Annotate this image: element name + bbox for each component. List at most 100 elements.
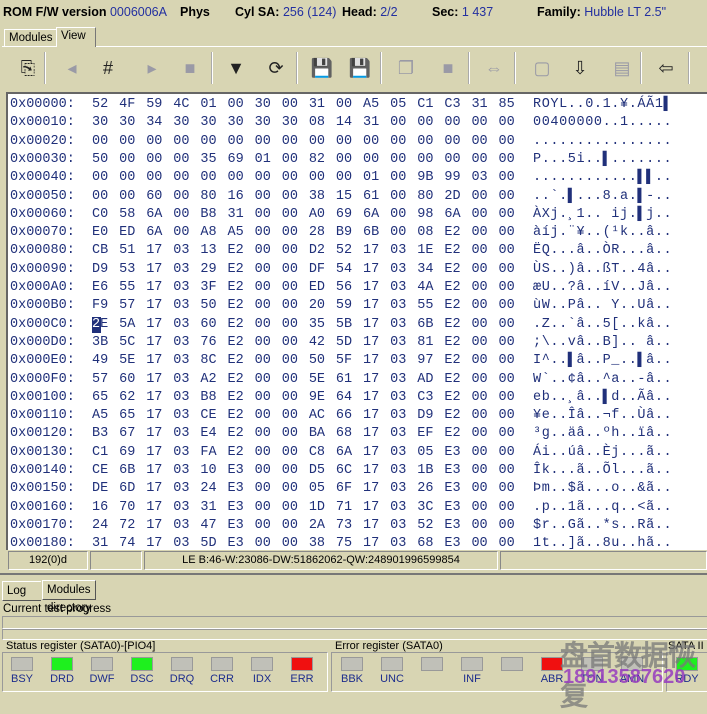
hex-row[interactable]: 0x000D0: 3B 5C 17 03 76 E2 00 00 42 5D 17… bbox=[10, 334, 705, 352]
row-hex-bytes[interactable]: C1 69 17 03 FA E2 00 00 C8 6A 17 03 05 E… bbox=[92, 444, 515, 462]
splitter[interactable] bbox=[0, 573, 707, 575]
hex-row[interactable]: 0x00050: 00 00 60 00 80 16 00 00 38 15 61… bbox=[10, 188, 705, 206]
row-address: 0x000D0: bbox=[10, 334, 75, 350]
hex-row[interactable]: 0x00100: 65 62 17 03 B8 E2 00 00 9E 64 17… bbox=[10, 389, 705, 407]
tab-view[interactable]: View bbox=[56, 27, 96, 47]
hex-row[interactable]: 0x00020: 00 00 00 00 00 00 00 00 00 00 00… bbox=[10, 133, 705, 151]
row-ascii[interactable]: 00400000..1..... bbox=[533, 114, 672, 132]
hex-row[interactable]: 0x00160: 16 70 17 03 31 E3 00 00 1D 71 17… bbox=[10, 499, 705, 517]
hex-row[interactable]: 0x00070: E0 ED 6A 00 A8 A5 00 00 28 B9 6B… bbox=[10, 224, 705, 242]
hex-row[interactable]: 0x00180: 31 74 17 03 5D E3 00 00 38 75 17… bbox=[10, 535, 705, 550]
row-hex-bytes[interactable]: 16 70 17 03 31 E3 00 00 1D 71 17 03 3C E… bbox=[92, 499, 515, 517]
row-ascii[interactable]: Îk...ã..Õl...ã.. bbox=[533, 462, 672, 480]
row-hex-bytes[interactable]: 3B 5C 17 03 76 E2 00 00 42 5D 17 03 81 E… bbox=[92, 334, 515, 352]
tab-modules[interactable]: Modules bbox=[4, 29, 58, 47]
row-ascii[interactable]: ùW..Pâ.. Y..Uâ.. bbox=[533, 297, 672, 315]
row-ascii[interactable]: .Z..`â..5[..kâ.. bbox=[533, 316, 672, 334]
hex-row[interactable]: 0x00040: 00 00 00 00 00 00 00 00 00 00 01… bbox=[10, 169, 705, 187]
row-ascii[interactable]: W`..¢â..^a..-â.. bbox=[533, 371, 672, 389]
checksum-button[interactable]: ▤ bbox=[608, 54, 636, 82]
hex-row[interactable]: 0x000E0: 49 5E 17 03 8C E2 00 00 50 5F 17… bbox=[10, 352, 705, 370]
hex-row[interactable]: 0x000B0: F9 57 17 03 50 E2 00 00 20 59 17… bbox=[10, 297, 705, 315]
row-ascii[interactable]: 1t..]ã..8u..hã.. bbox=[533, 535, 672, 550]
row-ascii[interactable]: $r..Gã..*s..Rã.. bbox=[533, 517, 672, 535]
row-hex-bytes[interactable]: CE 6B 17 03 10 E3 00 00 D5 6C 17 03 1B E… bbox=[92, 462, 515, 480]
row-ascii[interactable]: ³g..äâ..ºh..ïâ.. bbox=[533, 425, 672, 443]
hex-row[interactable]: 0x00150: DE 6D 17 03 24 E3 00 00 05 6F 17… bbox=[10, 480, 705, 498]
row-hex-bytes[interactable]: C0 58 6A 00 B8 31 00 00 A0 69 6A 00 98 6… bbox=[92, 206, 515, 224]
hex-row[interactable]: 0x00080: CB 51 17 03 13 E2 00 00 D2 52 17… bbox=[10, 242, 705, 260]
hex-row[interactable]: 0x000F0: 57 60 17 03 A2 E2 00 00 5E 61 17… bbox=[10, 371, 705, 389]
tab-modules-directory[interactable]: Modules directory bbox=[42, 580, 97, 614]
row-ascii[interactable]: ;\..vâ..B].. â.. bbox=[533, 334, 672, 352]
hex-view[interactable]: 0x00000: 52 4F 59 4C 01 00 30 00 31 00 A5… bbox=[6, 92, 707, 550]
save-to-file-button[interactable]: 💾 bbox=[308, 54, 336, 82]
row-hex-bytes[interactable]: E6 55 17 03 3F E2 00 00 ED 56 17 03 4A E… bbox=[92, 279, 515, 297]
row-ascii[interactable]: .p..1ã...q..<ã.. bbox=[533, 499, 672, 517]
load-from-file-icon: 💾 bbox=[348, 57, 372, 78]
hex-row[interactable]: 0x00010: 30 30 34 30 30 30 30 30 08 14 31… bbox=[10, 114, 705, 132]
row-ascii[interactable]: Ái..úâ..Èj...ã.. bbox=[533, 444, 672, 462]
row-hex-bytes[interactable]: 24 72 17 03 47 E3 00 00 2A 73 17 03 52 E… bbox=[92, 517, 515, 535]
prev-button[interactable]: ◂ bbox=[58, 54, 86, 82]
row-hex-bytes[interactable]: B3 67 17 03 E4 E2 00 00 BA 68 17 03 EF E… bbox=[92, 425, 515, 443]
hex-row[interactable]: 0x00170: 24 72 17 03 47 E3 00 00 2A 73 17… bbox=[10, 517, 705, 535]
new-page-button[interactable]: ▢ bbox=[528, 54, 556, 82]
row-hex-bytes[interactable]: DE 6D 17 03 24 E3 00 00 05 6F 17 03 26 E… bbox=[92, 480, 515, 498]
paste-button[interactable]: ■ bbox=[434, 54, 462, 82]
row-hex-bytes[interactable]: 2E 5A 17 03 60 E2 00 00 35 5B 17 03 6B E… bbox=[92, 316, 515, 334]
goto-marker-button[interactable]: ▼ bbox=[222, 54, 250, 82]
row-hex-bytes[interactable]: 00 00 00 00 00 00 00 00 00 00 01 00 9B 9… bbox=[92, 169, 515, 187]
row-hex-bytes[interactable]: A5 65 17 03 CE E2 00 00 AC 66 17 03 D9 E… bbox=[92, 407, 515, 425]
copy-button[interactable]: ❐ bbox=[392, 54, 420, 82]
export-button[interactable]: ⇩ bbox=[566, 54, 594, 82]
hex-row[interactable]: 0x00130: C1 69 17 03 FA E2 00 00 C8 6A 17… bbox=[10, 444, 705, 462]
import-icon: ⇦ bbox=[658, 57, 674, 78]
row-ascii[interactable]: ............▌▌.. bbox=[533, 169, 672, 187]
row-hex-bytes[interactable]: 49 5E 17 03 8C E2 00 00 50 5F 17 03 97 E… bbox=[92, 352, 515, 370]
row-hex-bytes[interactable]: 30 30 34 30 30 30 30 30 08 14 31 00 00 0… bbox=[92, 114, 515, 132]
hex-row[interactable]: 0x00060: C0 58 6A 00 B8 31 00 00 A0 69 6A… bbox=[10, 206, 705, 224]
hex-row[interactable]: 0x000A0: E6 55 17 03 3F E2 00 00 ED 56 17… bbox=[10, 279, 705, 297]
row-ascii[interactable]: ÀXj.¸1.. ij.▌j.. bbox=[533, 206, 672, 224]
hex-row[interactable]: 0x000C0: 2E 5A 17 03 60 E2 00 00 35 5B 17… bbox=[10, 316, 705, 334]
row-ascii[interactable]: ................ bbox=[533, 133, 672, 151]
hex-row[interactable]: 0x00140: CE 6B 17 03 10 E3 00 00 D5 6C 17… bbox=[10, 462, 705, 480]
row-hex-bytes[interactable]: 65 62 17 03 B8 E2 00 00 9E 64 17 03 C3 E… bbox=[92, 389, 515, 407]
next-button[interactable]: ▸ bbox=[138, 54, 166, 82]
hex-row[interactable]: 0x00000: 52 4F 59 4C 01 00 30 00 31 00 A5… bbox=[10, 96, 705, 114]
row-hex-bytes[interactable]: CB 51 17 03 13 E2 00 00 D2 52 17 03 1E E… bbox=[92, 242, 515, 260]
row-hex-bytes[interactable]: 57 60 17 03 A2 E2 00 00 5E 61 17 03 AD E… bbox=[92, 371, 515, 389]
row-ascii[interactable]: ¥e..Îâ..¬f..Ùâ.. bbox=[533, 407, 672, 425]
tab-log[interactable]: Log bbox=[2, 581, 41, 601]
row-hex-bytes[interactable]: 52 4F 59 4C 01 00 30 00 31 00 A5 05 C1 C… bbox=[92, 96, 515, 114]
row-hex-bytes[interactable]: 00 00 60 00 80 16 00 00 38 15 61 00 80 2… bbox=[92, 188, 515, 206]
row-hex-bytes[interactable]: D9 53 17 03 29 E2 00 00 DF 54 17 03 34 E… bbox=[92, 261, 515, 279]
hex-row[interactable]: 0x00090: D9 53 17 03 29 E2 00 00 DF 54 17… bbox=[10, 261, 705, 279]
row-hex-bytes[interactable]: F9 57 17 03 50 E2 00 00 20 59 17 03 55 E… bbox=[92, 297, 515, 315]
hex-row[interactable]: 0x00120: B3 67 17 03 E4 E2 00 00 BA 68 17… bbox=[10, 425, 705, 443]
row-ascii[interactable]: eb..¸â..▌d..Ãâ.. bbox=[533, 389, 672, 407]
row-ascii[interactable]: ROYL..0.1.¥.ÁÃ1▌ bbox=[533, 96, 672, 114]
row-hex-bytes[interactable]: 31 74 17 03 5D E3 00 00 38 75 17 03 68 E… bbox=[92, 535, 515, 550]
row-hex-bytes[interactable]: E0 ED 6A 00 A8 A5 00 00 28 B9 6B 00 08 E… bbox=[92, 224, 515, 242]
row-ascii[interactable]: P...5i..▌....... bbox=[533, 151, 672, 169]
row-ascii[interactable]: Þm..$ã...o..&ã.. bbox=[533, 480, 672, 498]
row-ascii[interactable]: ËQ...â..ÒR...â.. bbox=[533, 242, 672, 260]
refresh-button[interactable]: ⟳ bbox=[262, 54, 290, 82]
row-ascii[interactable]: æU..?â..íV..Jâ.. bbox=[533, 279, 672, 297]
open-module-button[interactable]: ⎘ bbox=[14, 54, 42, 82]
load-from-file-button[interactable]: 💾 bbox=[346, 54, 374, 82]
hex-row[interactable]: 0x00030: 50 00 00 00 35 69 01 00 82 00 00… bbox=[10, 151, 705, 169]
goto-offset-button[interactable]: # bbox=[94, 54, 122, 82]
stop-button[interactable]: ■ bbox=[176, 54, 204, 82]
import-button[interactable]: ⇦ bbox=[652, 54, 680, 82]
compare-button[interactable]: ⇔ bbox=[480, 54, 508, 82]
row-hex-bytes[interactable]: 50 00 00 00 35 69 01 00 82 00 00 00 00 0… bbox=[92, 151, 515, 169]
hex-row[interactable]: 0x00110: A5 65 17 03 CE E2 00 00 AC 66 17… bbox=[10, 407, 705, 425]
row-ascii[interactable]: ..`.▌...8.a.▌-.. bbox=[533, 188, 672, 206]
row-ascii[interactable]: àíj.¨¥..(¹k..â.. bbox=[533, 224, 672, 242]
row-ascii[interactable]: I^..▌â..P_..▌â.. bbox=[533, 352, 672, 370]
row-hex-bytes[interactable]: 00 00 00 00 00 00 00 00 00 00 00 00 00 0… bbox=[92, 133, 515, 151]
row-ascii[interactable]: ÙS..)â..ßT..4â.. bbox=[533, 261, 672, 279]
